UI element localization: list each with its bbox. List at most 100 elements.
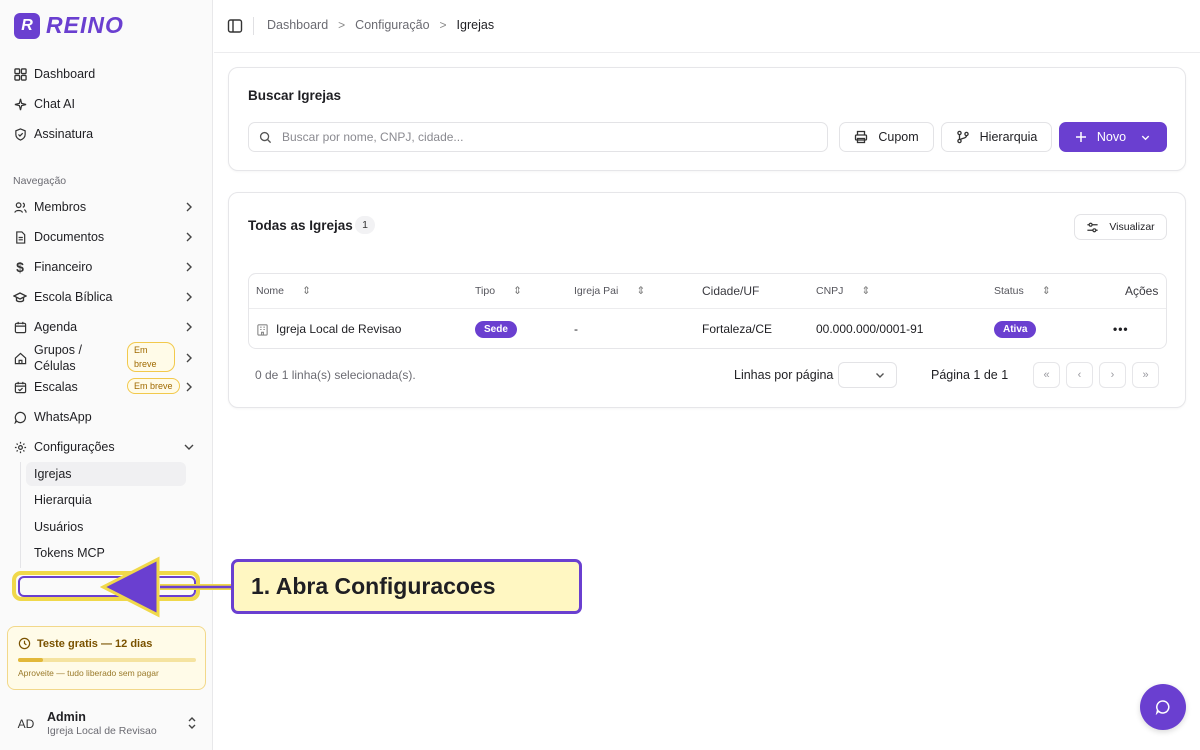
visualizar-button[interactable]: Visualizar xyxy=(1074,214,1167,240)
novo-button[interactable]: Novo xyxy=(1059,122,1167,152)
label-line-1: Grupos / xyxy=(34,343,82,357)
brand-logo[interactable]: R REINO xyxy=(14,12,124,39)
chat-support-button[interactable] xyxy=(1140,684,1186,730)
badge-line-2: breve xyxy=(134,359,157,369)
sidebar-item-label: Configurações xyxy=(34,440,115,454)
cell-cnpj: 00.000.000/0001-91 xyxy=(816,322,924,336)
search-card: Buscar Igrejas Cupom Hierarquia Novo xyxy=(228,67,1186,171)
plus-icon xyxy=(1075,132,1086,142)
sidebar-item-label: Agenda xyxy=(34,320,78,334)
column-header-tipo[interactable]: Tipo ⇕ xyxy=(475,274,522,308)
trial-banner[interactable]: Teste gratis — 12 dias Aproveite — tudo … xyxy=(7,626,206,690)
column-header-status[interactable]: Status ⇕ xyxy=(994,274,1051,308)
calendar-check-icon xyxy=(13,380,27,394)
header-label: Tipo xyxy=(475,285,496,297)
cell-tipo: Sede xyxy=(475,309,517,349)
sidebar-item-documentos[interactable]: Documentos xyxy=(8,224,204,250)
sort-icon: ⇕ xyxy=(861,285,871,297)
sidebar-subitem-hierarquia[interactable]: Hierarquia xyxy=(26,488,186,512)
status-badge: Ativa xyxy=(994,320,1037,338)
chevron-right-icon: › xyxy=(1110,369,1115,381)
column-header-acoes: Ações xyxy=(1125,274,1158,308)
sidebar-item-financeiro[interactable]: $ Financeiro xyxy=(8,254,204,280)
sidebar-subitem-usuarios[interactable]: Usuários xyxy=(26,515,186,539)
user-name: Admin xyxy=(47,710,86,724)
chevron-right-icon: > xyxy=(338,18,346,32)
trial-title-text: Teste gratis — 12 dias xyxy=(37,637,153,650)
sidebar-item-label: Documentos xyxy=(34,230,105,244)
cell-status: Ativa xyxy=(994,309,1037,349)
chevron-right-icon xyxy=(186,353,192,363)
chevron-right-icon xyxy=(186,322,192,332)
sidebar-item-chat-ai[interactable]: Chat AI xyxy=(8,91,204,117)
search-input[interactable] xyxy=(282,130,802,144)
building-icon xyxy=(257,323,268,336)
chevron-right-icon xyxy=(186,382,192,392)
coming-soon-badge: Em breve xyxy=(127,378,180,394)
sidebar-item-escalas[interactable]: Escalas Em breve xyxy=(8,374,204,400)
trial-subtitle: Aproveite — tudo liberado sem pagar xyxy=(18,668,159,678)
label-line-2: Células xyxy=(34,359,76,373)
last-page-button[interactable]: » xyxy=(1132,362,1159,388)
header-label: Cidade/UF xyxy=(702,284,760,298)
submenu-guide-line xyxy=(20,462,21,568)
breadcrumb: Dashboard > Configuração > Igrejas xyxy=(267,18,494,32)
search-box[interactable] xyxy=(248,122,828,152)
breadcrumb-dashboard[interactable]: Dashboard xyxy=(267,18,328,32)
rows-per-page-label: Linhas por página xyxy=(734,368,834,382)
selection-summary: 0 de 1 linha(s) selecionada(s). xyxy=(255,368,416,382)
row-actions-icon[interactable]: ••• xyxy=(1113,309,1129,349)
sidebar-item-label: Grupos / Células xyxy=(34,342,82,374)
logo-icon: R xyxy=(14,12,40,39)
chevrons-up-down-icon xyxy=(188,717,196,729)
gear-icon xyxy=(13,440,27,454)
cupom-button[interactable]: Cupom xyxy=(839,122,934,152)
annotation-arrow-icon xyxy=(100,556,232,618)
header-label: Nome xyxy=(256,285,285,297)
chevron-right-icon xyxy=(186,202,192,212)
sidebar-item-agenda[interactable]: Agenda xyxy=(8,314,204,340)
churches-list-card: Todas as Igrejas 1 Visualizar Nome ⇕ Tipo… xyxy=(228,192,1186,408)
sidebar-item-whatsapp[interactable]: WhatsApp xyxy=(8,404,204,430)
trial-title: Teste gratis — 12 dias xyxy=(18,637,152,650)
trial-progress-fill xyxy=(18,658,43,662)
cupom-label: Cupom xyxy=(878,130,919,144)
sidebar-toggle-icon[interactable] xyxy=(227,18,243,34)
chevron-right-icon xyxy=(186,262,192,272)
column-header-igreja-pai[interactable]: Igreja Pai ⇕ xyxy=(574,274,645,308)
chevron-left-icon: ‹ xyxy=(1077,369,1082,381)
chevron-down-icon xyxy=(184,444,194,450)
sort-icon: ⇕ xyxy=(513,285,522,297)
sidebar-item-assinatura[interactable]: Assinatura xyxy=(8,121,204,147)
clock-icon xyxy=(18,637,31,650)
nav-section-label: Navegação xyxy=(13,175,67,187)
chevrons-right-icon: » xyxy=(1142,369,1149,381)
sidebar-subitem-igrejas[interactable]: Igrejas xyxy=(26,462,186,486)
cell-nome[interactable]: Igreja Local de Revisao xyxy=(256,309,401,349)
prev-page-button[interactable]: ‹ xyxy=(1066,362,1093,388)
hierarquia-button[interactable]: Hierarquia xyxy=(941,122,1052,152)
sidebar-item-dashboard[interactable]: Dashboard xyxy=(8,61,204,87)
sidebar-item-label: Financeiro xyxy=(34,260,93,274)
dollar-icon: $ xyxy=(16,259,24,275)
divider xyxy=(253,17,254,35)
chevron-down-icon xyxy=(876,373,884,378)
first-page-button[interactable]: « xyxy=(1033,362,1060,388)
sidebar-item-label: Assinatura xyxy=(34,127,94,141)
rows-per-page-select[interactable] xyxy=(838,362,897,388)
breadcrumb-configuracao[interactable]: Configuração xyxy=(355,18,429,32)
sidebar-item-configuracoes[interactable]: Configurações xyxy=(8,434,204,460)
sidebar-item-grupos-celulas[interactable]: Grupos / Células Em breve xyxy=(8,342,204,374)
column-header-nome[interactable]: Nome ⇕ xyxy=(256,274,311,308)
sidebar-item-escola-biblica[interactable]: Escola Bíblica xyxy=(8,284,204,310)
sidebar-item-membros[interactable]: Membros xyxy=(8,194,204,220)
sidebar-item-label: Escalas xyxy=(34,380,78,394)
user-menu[interactable]: AD Admin Igreja Local de Revisao xyxy=(8,704,205,744)
graduation-icon xyxy=(13,290,27,304)
tipo-badge: Sede xyxy=(475,320,517,338)
next-page-button[interactable]: › xyxy=(1099,362,1126,388)
column-header-cnpj[interactable]: CNPJ ⇕ xyxy=(816,274,870,308)
header-label: Ações xyxy=(1125,284,1159,298)
sidebar-item-label: Membros xyxy=(34,200,87,214)
search-card-title: Buscar Igrejas xyxy=(248,88,342,103)
